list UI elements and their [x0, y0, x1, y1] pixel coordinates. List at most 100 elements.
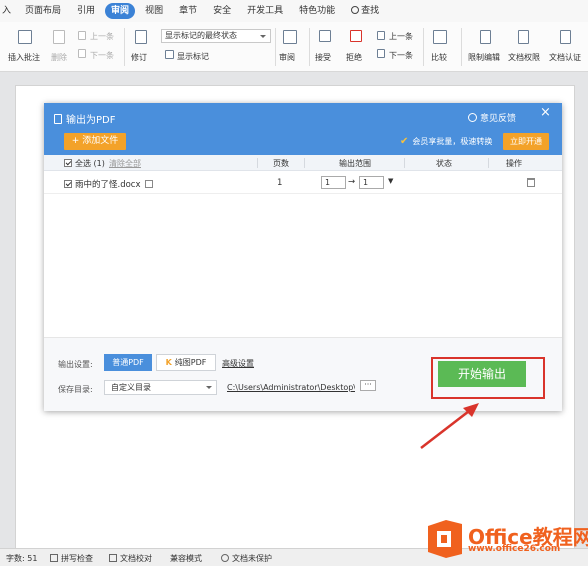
annotation-arrow	[420, 403, 479, 449]
chat-bubble-icon	[468, 113, 477, 122]
select-all[interactable]: 全选 (1)	[64, 158, 105, 169]
doc-rights-button[interactable]: 文档权限	[508, 52, 540, 63]
tab-references[interactable]: 引用	[71, 3, 101, 19]
chevron-down-icon[interactable]: ▼	[388, 177, 393, 185]
dialog-header: 输出为PDF 意见反馈 × + 添加文件 ✔ 会员享批量，极速转换 立即开通	[44, 103, 562, 155]
delete-comment-button[interactable]: 删除	[51, 52, 67, 63]
dialog-title: 输出为PDF	[66, 115, 116, 126]
tab-view[interactable]: 视图	[139, 3, 169, 19]
word-count[interactable]: 字数: 51	[6, 553, 37, 564]
restrict-edit-button[interactable]: 限制编辑	[468, 52, 500, 63]
restrict-edit-icon	[480, 30, 491, 44]
add-file-button[interactable]: + 添加文件	[64, 133, 126, 150]
prev-comment-icon	[78, 31, 86, 40]
save-dir-label: 保存目录:	[58, 385, 93, 394]
column-separator	[488, 158, 489, 168]
review-button[interactable]: 审阅	[279, 52, 295, 63]
insert-comment-button[interactable]: 插入批注	[8, 52, 40, 63]
tab-insert-partial[interactable]: 入	[0, 3, 15, 19]
tab-features[interactable]: 特色功能	[293, 3, 341, 19]
advanced-settings-link[interactable]: 高级设置	[222, 358, 254, 369]
next-comment-icon	[78, 49, 86, 58]
select-all-checkbox[interactable]	[64, 159, 72, 167]
vip-promo-text: 会员享批量，极速转换	[412, 137, 493, 146]
ribbon-toolbar: 插入批注 删除 上一条 下一条 修订 显示标记的最终状态 显示标记 审阅 接受 …	[0, 22, 588, 72]
column-separator	[257, 158, 258, 168]
doc-cert-button[interactable]: 文档认证	[549, 52, 581, 63]
prev-change-button[interactable]: 上一条	[389, 31, 413, 42]
save-path-link[interactable]: C:\Users\Administrator\Desktop\	[227, 383, 355, 392]
normal-pdf-button[interactable]: 普通PDF	[104, 354, 152, 371]
tab-security[interactable]: 安全	[207, 3, 237, 19]
tab-developer[interactable]: 开发工具	[241, 3, 289, 19]
col-status: 状态	[436, 159, 452, 168]
col-pages: 页数	[273, 159, 289, 168]
col-actions: 操作	[506, 159, 522, 168]
vip-promo: ✔ 会员享批量，极速转换	[400, 136, 492, 147]
next-comment-button[interactable]: 下一条	[90, 50, 114, 61]
review-pane-icon	[283, 30, 297, 44]
file-checkbox[interactable]	[64, 180, 72, 188]
compat-mode: 兼容模式	[170, 554, 202, 563]
show-markup-icon	[165, 50, 174, 59]
prev-change-icon	[377, 31, 385, 40]
proofread[interactable]: 文档校对	[109, 553, 152, 564]
insert-comment-icon	[18, 30, 32, 44]
range-from-input[interactable]: 1	[321, 176, 346, 189]
browse-button[interactable]: ···	[360, 380, 376, 391]
output-settings-label: 输出设置:	[58, 360, 93, 369]
tab-page-layout[interactable]: 页面布局	[19, 3, 67, 19]
prev-comment-button[interactable]: 上一条	[90, 31, 114, 42]
close-icon[interactable]: ×	[540, 106, 551, 119]
save-dir-select[interactable]: 自定义目录	[104, 380, 217, 395]
search-icon	[351, 6, 360, 14]
image-pdf-button[interactable]: K 纯图PDF	[156, 354, 216, 371]
delete-comment-icon	[53, 30, 65, 44]
doc-protection-label: 文档未保护	[232, 554, 272, 563]
range-to-input[interactable]: 1	[359, 176, 384, 189]
spell-check-icon	[50, 554, 58, 562]
track-changes-icon	[135, 30, 147, 44]
crown-icon: ✔	[400, 136, 409, 147]
doc-protection[interactable]: 文档未保护	[221, 553, 272, 564]
image-pdf-label: 纯图PDF	[174, 358, 207, 367]
markup-state-select[interactable]: 显示标记的最终状态	[161, 29, 271, 43]
file-row[interactable]: 雨中的了怪.docx 1 1 → 1 ▼	[44, 172, 562, 194]
pdf-icon	[54, 114, 62, 124]
tab-find[interactable]: 查找	[345, 3, 385, 19]
delete-icon[interactable]	[527, 178, 535, 187]
ribbon-separator	[124, 28, 125, 66]
doc-cert-icon	[560, 30, 571, 44]
spell-check[interactable]: 拼写检查	[50, 553, 93, 564]
proofread-label: 文档校对	[120, 554, 152, 563]
ribbon-separator	[461, 28, 462, 66]
file-pages: 1	[277, 178, 283, 188]
clear-all-link[interactable]: 清除全部	[109, 158, 141, 169]
shield-icon	[221, 554, 229, 562]
feedback-link[interactable]: 意见反馈	[468, 111, 516, 124]
reject-button[interactable]: 拒绝	[346, 52, 362, 63]
edit-icon[interactable]	[144, 180, 153, 188]
ribbon-separator	[423, 28, 424, 66]
accept-button[interactable]: 接受	[315, 52, 331, 63]
show-markup-button[interactable]: 显示标记	[177, 51, 209, 62]
vip-icon: K	[165, 358, 172, 367]
tab-find-label: 查找	[361, 6, 380, 16]
watermark-url: www.office26.com	[468, 544, 561, 554]
column-separator	[404, 158, 405, 168]
next-change-button[interactable]: 下一条	[389, 50, 413, 61]
feedback-label: 意见反馈	[480, 114, 517, 124]
proofread-icon	[109, 554, 117, 562]
open-membership-button[interactable]: 立即开通	[503, 133, 549, 150]
reject-icon	[350, 30, 362, 42]
next-change-icon	[377, 49, 385, 58]
highlight-box	[431, 357, 545, 399]
tab-sections[interactable]: 章节	[173, 3, 203, 19]
compare-button[interactable]: 比较	[431, 52, 447, 63]
select-all-label: 全选 (1)	[75, 159, 105, 168]
track-changes-button[interactable]: 修订	[131, 52, 147, 63]
spell-check-label: 拼写检查	[61, 554, 93, 563]
doc-rights-icon	[518, 30, 529, 44]
ribbon-tab-bar: 入 页面布局 引用 审阅 视图 章节 安全 开发工具 特色功能 查找	[0, 0, 588, 22]
tab-review[interactable]: 审阅	[105, 3, 136, 19]
